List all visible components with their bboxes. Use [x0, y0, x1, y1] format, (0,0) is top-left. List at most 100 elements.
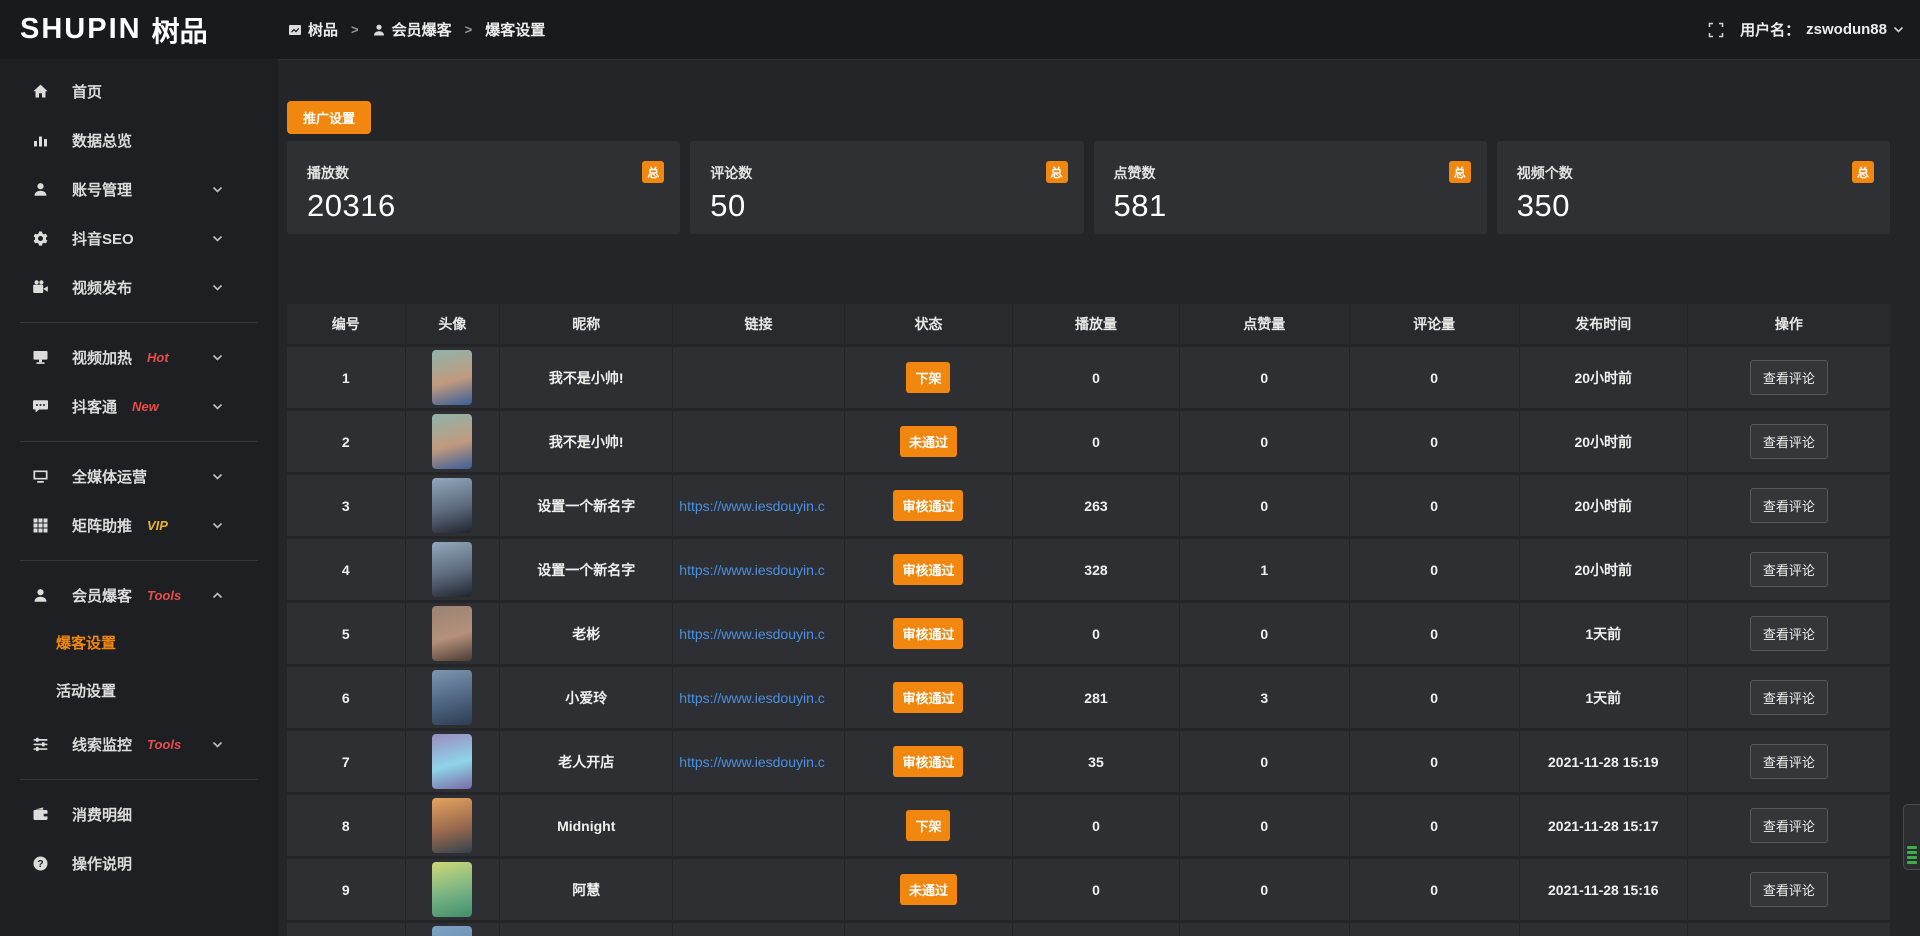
- view-comments-button[interactable]: 查看评论: [1750, 808, 1828, 843]
- sidebar-item-account-manage[interactable]: 账号管理: [0, 165, 278, 214]
- sidebar-item-video-heat[interactable]: 视频加热Hot: [0, 333, 278, 382]
- cell-link[interactable]: https://www.iesdouyin.c: [673, 539, 845, 600]
- page-body: 首页数据总览账号管理抖音SEO视频发布视频加热Hot抖客通New 全媒体运营矩阵助…: [0, 59, 1920, 936]
- breadcrumb-item-member-baoke[interactable]: 会员爆客: [372, 19, 452, 40]
- cell-status: 审核通过: [845, 539, 1013, 600]
- cell-avatar: [406, 795, 501, 856]
- sidebar-item-matrix-boost[interactable]: 矩阵助推VIP: [0, 501, 278, 550]
- chart-icon: [32, 132, 49, 149]
- avatar: [432, 862, 472, 917]
- view-comments-button[interactable]: 查看评论: [1750, 744, 1828, 779]
- sidebar-item-consume-detail[interactable]: 消费明细: [0, 790, 278, 839]
- logo-text-cn: 树品: [152, 10, 208, 50]
- status-badge: 审核通过: [893, 746, 963, 777]
- video-icon: [32, 279, 49, 296]
- cell-avatar: [406, 923, 501, 936]
- sidebar-item-label: 账号管理: [72, 179, 132, 200]
- stat-label: 点赞数: [1114, 163, 1469, 183]
- sidebar-item-member-baoke[interactable]: 会员爆客Tools: [0, 571, 278, 620]
- cell-link[interactable]: https://www.iesdouyin.c: [673, 603, 845, 664]
- cell-time: 1天前: [1520, 667, 1688, 728]
- cell-time: 20小时前: [1520, 347, 1688, 408]
- sidebar-item-label: 抖客通: [72, 396, 117, 417]
- floating-widget[interactable]: [1903, 804, 1920, 870]
- user-menu[interactable]: 用户名：zswodun88: [1740, 19, 1904, 40]
- view-comments-button[interactable]: 查看评论: [1750, 616, 1828, 651]
- logo[interactable]: SHUPIN 树品: [0, 10, 278, 50]
- table-row: 6小爱玲https://www.iesdouyin.c审核通过281301天前查…: [287, 667, 1890, 728]
- fullscreen-icon[interactable]: [1708, 22, 1724, 38]
- view-comments-button[interactable]: 查看评论: [1750, 552, 1828, 587]
- sidebar-divider: [20, 560, 258, 561]
- view-comments-button[interactable]: 查看评论: [1750, 424, 1828, 459]
- video-link[interactable]: https://www.iesdouyin.c: [679, 690, 825, 706]
- cell-time: 2021-11-28 15:17: [1520, 795, 1688, 856]
- table-row: 2我不是小帅!未通过00020小时前查看评论: [287, 411, 1890, 472]
- cell-likes: 0: [1180, 347, 1350, 408]
- sidebar-item-home[interactable]: 首页: [0, 67, 278, 116]
- sidebar-item-label: 全媒体运营: [72, 466, 147, 487]
- cell-avatar: [406, 475, 501, 536]
- cell-link[interactable]: https://www.iesdouyin.c: [673, 475, 845, 536]
- column-header: 头像: [406, 304, 501, 344]
- cell-nickname: 我不是小帅!: [500, 347, 673, 408]
- video-link[interactable]: https://www.iesdouyin.c: [679, 562, 825, 578]
- data-table: 编号头像昵称链接状态播放量点赞量评论量发布时间操作 1我不是小帅!下架00020…: [287, 304, 1890, 936]
- sidebar-item-douketong[interactable]: 抖客通New: [0, 382, 278, 431]
- table-row: 3设置一个新名字https://www.iesdouyin.c审核通过26300…: [287, 475, 1890, 536]
- column-header: 操作: [1688, 304, 1890, 344]
- cell-time: 20小时前: [1520, 475, 1688, 536]
- question-icon: ?: [32, 855, 49, 872]
- view-comments-button[interactable]: 查看评论: [1750, 488, 1828, 523]
- view-comments-button[interactable]: 查看评论: [1750, 360, 1828, 395]
- chevron-down-icon: [212, 354, 223, 361]
- avatar: [432, 478, 472, 533]
- column-header: 评论量: [1350, 304, 1520, 344]
- sidebar-item-activity-setting[interactable]: 活动设置: [0, 668, 278, 716]
- cell-status: [845, 923, 1013, 936]
- sidebar-item-data-overview[interactable]: 数据总览: [0, 116, 278, 165]
- sidebar-item-label: 矩阵助推: [72, 515, 132, 536]
- widget-bar: [1907, 851, 1917, 854]
- video-link[interactable]: https://www.iesdouyin.c: [679, 498, 825, 514]
- cell-status: 审核通过: [845, 603, 1013, 664]
- sidebar-item-media-operation[interactable]: 全媒体运营: [0, 452, 278, 501]
- table-row: 9阿慧未通过0002021-11-28 15:16查看评论: [287, 859, 1890, 920]
- cell-id: 2: [287, 411, 406, 472]
- cell-comments: 0: [1350, 795, 1520, 856]
- cell-link: [673, 859, 845, 920]
- sidebar-item-operation-guide[interactable]: ?操作说明: [0, 839, 278, 888]
- cell-status: 未通过: [845, 859, 1013, 920]
- cell-comments: [1350, 923, 1520, 936]
- cell-action: 查看评论: [1688, 859, 1890, 920]
- sidebar-item-douyin-seo[interactable]: 抖音SEO: [0, 214, 278, 263]
- sidebar-submenu: 爆客设置活动设置: [0, 620, 278, 720]
- status-badge: 未通过: [900, 874, 957, 905]
- column-header: 播放量: [1013, 304, 1180, 344]
- table-row: 8Midnight下架0002021-11-28 15:17查看评论: [287, 795, 1890, 856]
- cell-id: 9: [287, 859, 406, 920]
- view-comments-button[interactable]: 查看评论: [1750, 680, 1828, 715]
- video-link[interactable]: https://www.iesdouyin.c: [679, 754, 825, 770]
- cell-action: 查看评论: [1688, 667, 1890, 728]
- total-badge: 总: [642, 161, 664, 183]
- cell-plays: 0: [1013, 603, 1180, 664]
- breadcrumb-item-baoke-setting[interactable]: 爆客设置: [485, 19, 545, 40]
- sidebar-item-clue-monitor[interactable]: 线索监控Tools: [0, 720, 278, 769]
- promo-settings-button[interactable]: 推广设置: [287, 101, 371, 134]
- cell-plays: [1013, 923, 1180, 936]
- view-comments-button[interactable]: 查看评论: [1750, 872, 1828, 907]
- table-row: 1我不是小帅!下架00020小时前查看评论: [287, 347, 1890, 408]
- sidebar-item-baoke-setting[interactable]: 爆客设置: [0, 620, 278, 668]
- cell-link[interactable]: https://www.iesdouyin.c: [673, 731, 845, 792]
- cell-time: 2021-11-28 15:16: [1520, 859, 1688, 920]
- cell-id: 6: [287, 667, 406, 728]
- cell-time: 20小时前: [1520, 539, 1688, 600]
- cell-link[interactable]: https://www.iesdouyin.c: [673, 667, 845, 728]
- sidebar-item-video-publish[interactable]: 视频发布: [0, 263, 278, 312]
- video-link[interactable]: https://www.iesdouyin.c: [679, 626, 825, 642]
- cell-status: 未通过: [845, 411, 1013, 472]
- cell-nickname: 我不是小帅!: [500, 411, 673, 472]
- cell-nickname: [500, 923, 673, 936]
- breadcrumb-item-shupin[interactable]: 树品: [288, 19, 338, 40]
